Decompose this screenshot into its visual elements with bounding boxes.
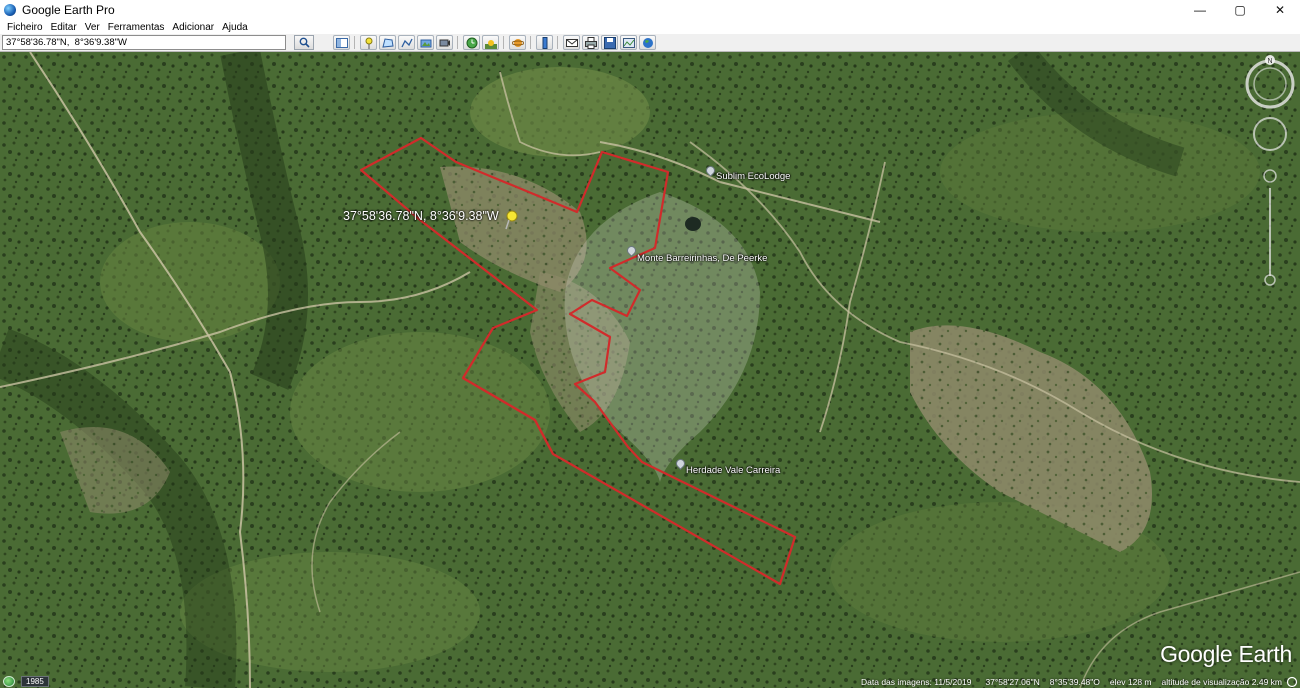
planets-icon	[511, 38, 524, 47]
path-button[interactable]	[398, 35, 415, 50]
polygon-icon	[381, 37, 394, 48]
satellite-imagery	[0, 52, 1300, 688]
record-tour-icon	[439, 39, 450, 46]
historical-imagery-button[interactable]	[463, 35, 480, 50]
menu-ver[interactable]: Ver	[81, 22, 104, 33]
placemark-icon	[365, 37, 372, 49]
ruler-icon	[542, 36, 547, 49]
placemark-label: 37°58'36.78"N, 8°36'9.38"W	[343, 209, 499, 223]
menu-ficheiro[interactable]: Ficheiro	[3, 22, 47, 33]
placemark-button[interactable]	[360, 35, 377, 50]
search-button[interactable]	[294, 35, 314, 50]
toolbar	[0, 34, 1300, 52]
sun-button[interactable]	[482, 35, 499, 50]
record-tour-button[interactable]	[436, 35, 453, 50]
status-bar: 1985 Data das imagens: 11/5/2019 37°58'2…	[0, 675, 1300, 688]
ruler-button[interactable]	[536, 35, 553, 50]
longitude-readout: 8°35'39.48"O	[1049, 676, 1100, 687]
historical-imagery-icon	[466, 37, 477, 48]
imagery-year-badge[interactable]: 1985	[21, 676, 49, 687]
navigation-controls: N	[1240, 52, 1300, 292]
elevation-readout: elev 128 m	[1109, 676, 1152, 687]
menu-ferramentas[interactable]: Ferramentas	[104, 22, 169, 33]
maximize-button[interactable]: ▢	[1220, 0, 1260, 20]
email-icon	[565, 38, 578, 47]
email-button[interactable]	[563, 35, 580, 50]
menu-adicionar[interactable]: Adicionar	[168, 22, 218, 33]
search-input[interactable]	[2, 35, 286, 50]
placemark-pin-icon[interactable]	[504, 210, 520, 230]
earth-icon	[642, 37, 653, 48]
planets-button[interactable]	[509, 35, 526, 50]
window-title: Google Earth Pro	[22, 3, 115, 17]
menu-bar: Ficheiro Editar Ver Ferramentas Adiciona…	[0, 20, 1300, 34]
image-overlay-button[interactable]	[417, 35, 434, 50]
menu-editar[interactable]: Editar	[47, 22, 81, 33]
place-label-sublim[interactable]: Sublim EcoLodge	[716, 171, 790, 182]
timeline-icon[interactable]	[3, 676, 15, 687]
image-overlay-icon	[420, 39, 431, 47]
path-icon	[400, 38, 413, 47]
earth-button[interactable]	[639, 35, 656, 50]
compass-north-label: N	[1267, 58, 1272, 65]
imagery-date: Data das imagens: 11/5/2019	[861, 676, 972, 687]
sidebar-toggle-button[interactable]	[333, 35, 350, 50]
menu-ajuda[interactable]: Ajuda	[218, 22, 252, 33]
print-button[interactable]	[582, 35, 599, 50]
print-icon	[584, 36, 597, 49]
save-image-button[interactable]	[601, 35, 618, 50]
search-icon	[299, 37, 310, 48]
latitude-readout: 37°58'27.06"N	[985, 676, 1040, 687]
view-in-maps-icon	[622, 37, 635, 48]
title-bar: Google Earth Pro — ▢ ✕	[0, 0, 1300, 20]
place-label-herdade[interactable]: Herdade Vale Carreira	[686, 465, 780, 476]
google-earth-icon	[4, 4, 16, 16]
map-viewport[interactable]: 37°58'36.78"N, 8°36'9.38"W Sublim EcoLod…	[0, 52, 1300, 688]
sidebar-toggle-icon	[335, 37, 348, 48]
compass-icon[interactable]: N	[1240, 52, 1300, 292]
save-image-icon	[603, 36, 616, 49]
eye-altitude-readout: altitude de visualização 2.49 km	[1161, 676, 1283, 687]
minimize-button[interactable]: —	[1180, 0, 1220, 20]
sun-icon	[484, 39, 497, 49]
place-label-monte-barreirinhas[interactable]: Monte Barreirinhas, De Peerke	[637, 253, 767, 264]
view-in-maps-button[interactable]	[620, 35, 637, 50]
close-button[interactable]: ✕	[1260, 0, 1300, 20]
polygon-button[interactable]	[379, 35, 396, 50]
streaming-icon	[1286, 676, 1298, 687]
google-earth-logo: Google Earth	[1160, 641, 1292, 667]
